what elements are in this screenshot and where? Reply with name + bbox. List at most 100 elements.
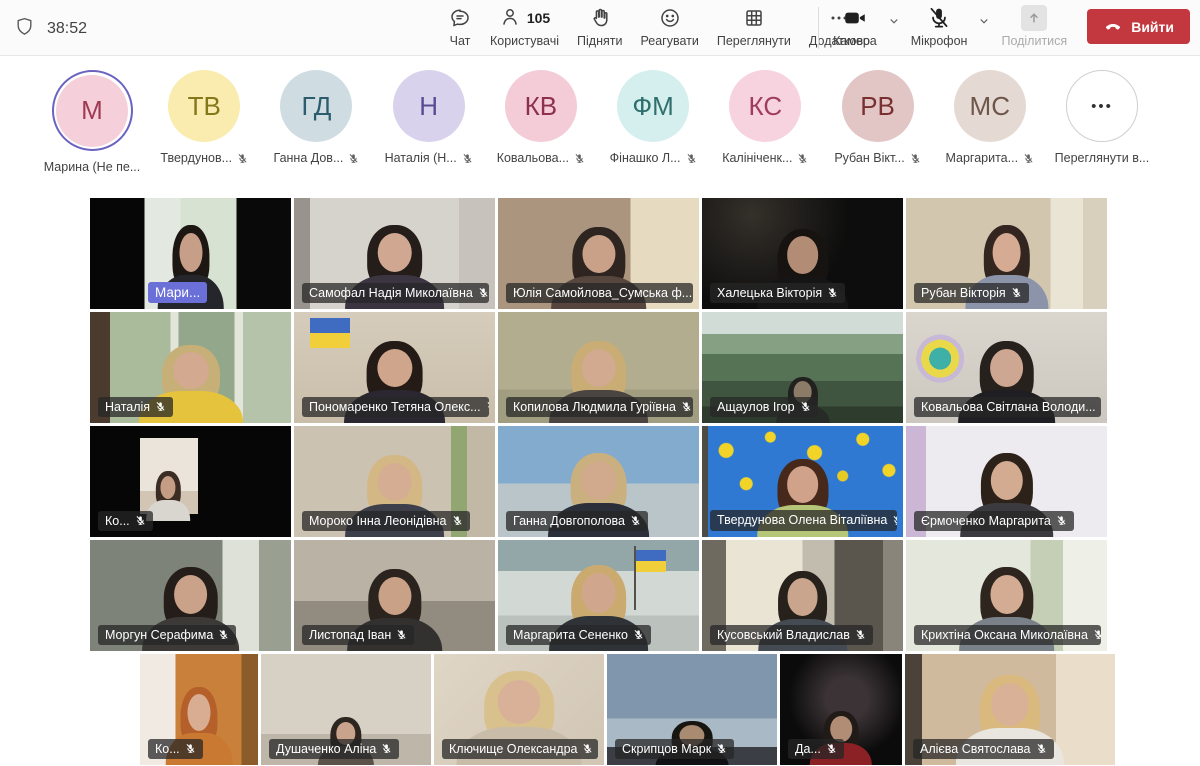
video-grid-row: Ко... Мороко Інна Леонідівна Ганна Довгопо… bbox=[90, 426, 1108, 537]
avatar-overflow-item[interactable]: •••Переглянути в... bbox=[1050, 70, 1154, 192]
video-tile[interactable]: Єрмоченко Маргарита bbox=[906, 426, 1107, 537]
mic-muted-icon bbox=[797, 153, 808, 164]
participants-label: Користувачі bbox=[490, 34, 559, 48]
video-tile[interactable]: Пономаренко Тетяна Олекс... bbox=[294, 312, 495, 423]
grid-view-icon bbox=[742, 5, 766, 31]
avatar-item[interactable]: ТВТвердунов... bbox=[152, 70, 256, 192]
react-label: Реагувати bbox=[640, 34, 698, 48]
chat-button[interactable]: Чат bbox=[448, 5, 472, 48]
participant-name-label: Рубан Вікторія bbox=[914, 283, 1029, 304]
avatar-item[interactable]: ФМ Фінашко Л... bbox=[601, 70, 705, 192]
video-tile[interactable]: Да... bbox=[780, 654, 902, 765]
video-tile[interactable]: Копилова Людмила Гуріївна bbox=[498, 312, 699, 423]
mic-muted-icon bbox=[1093, 629, 1101, 640]
avatar-name: Фінашко Л... bbox=[610, 151, 681, 165]
avatar-item[interactable]: КВКовальова... bbox=[489, 70, 593, 192]
mic-button[interactable]: Мікрофон bbox=[911, 5, 968, 48]
video-tile[interactable]: Ковальова Світлана Володи... bbox=[906, 312, 1107, 423]
avatar-ring: ГД bbox=[280, 70, 352, 142]
participant-name-label: Халецька Вікторія bbox=[710, 283, 845, 304]
participant-name-label: Алієва Святослава bbox=[913, 739, 1054, 760]
avatar-ring: Н bbox=[393, 70, 465, 142]
participants-button[interactable]: 105 Користувачі bbox=[490, 5, 559, 48]
mic-muted-icon bbox=[381, 743, 392, 754]
video-tile[interactable]: Ко... bbox=[140, 654, 258, 765]
avatar-initials: КС bbox=[729, 70, 801, 142]
participant-name-label: Мороко Інна Леонідівна bbox=[302, 511, 470, 532]
mic-muted-icon bbox=[462, 153, 473, 164]
mic-muted-icon bbox=[910, 153, 921, 164]
video-tile[interactable]: Душаченко Аліна bbox=[261, 654, 431, 765]
video-tile[interactable]: Ащаулов Ігор bbox=[702, 312, 903, 423]
meeting-toolbar: 38:52 Чат 105 Користувачі Підняти bbox=[0, 0, 1200, 56]
active-speaker-ring: М bbox=[52, 70, 133, 151]
video-tile[interactable]: Ганна Довгополова bbox=[498, 426, 699, 537]
avatar-item[interactable]: МСМаргарита... bbox=[938, 70, 1042, 192]
participant-name: Копилова Людмила Гуріївна bbox=[513, 401, 676, 414]
participant-name-label: Самофал Надія Миколаївна bbox=[302, 283, 489, 304]
video-tile[interactable]: Наталія bbox=[90, 312, 291, 423]
avatar-ring: МС bbox=[954, 70, 1026, 142]
avatar-item[interactable]: КС Калініченк... bbox=[713, 70, 817, 192]
participant-name-label: Ащаулов Ігор bbox=[710, 397, 818, 418]
video-tile[interactable]: Халецька Вікторія bbox=[702, 198, 903, 309]
video-tile[interactable]: Твердунова Олена ВіталіївнаA bbox=[702, 426, 903, 537]
video-tile[interactable]: Самофал Надія Миколаївна bbox=[294, 198, 495, 309]
avatar-item[interactable]: ММарина (Не пе... bbox=[40, 70, 144, 192]
video-grid-row: Моргун СерафимаЛистопад ІванМаргарита Се… bbox=[90, 540, 1108, 651]
mic-muted-icon bbox=[1011, 287, 1022, 298]
mic-muted-icon bbox=[348, 153, 359, 164]
participant-name-label: Копилова Людмила Гуріївна bbox=[506, 397, 693, 418]
mic-muted-icon bbox=[800, 401, 811, 412]
participant-name: Да... bbox=[795, 743, 821, 756]
participant-name-label: Ганна Довгополова bbox=[506, 511, 648, 532]
avatar-initials: ФМ bbox=[617, 70, 689, 142]
video-grid-row: НаталіяПономаренко Тетяна Олекс... Копило… bbox=[90, 312, 1108, 423]
avatar-ring: КС bbox=[729, 70, 801, 142]
video-tile[interactable]: Моргун Серафима bbox=[90, 540, 291, 651]
mic-dropdown-chevron-icon[interactable] bbox=[977, 14, 991, 33]
participant-name: Ащаулов Ігор bbox=[717, 401, 795, 414]
participant-name: Єрмоченко Маргарита bbox=[921, 515, 1051, 528]
avatar-item[interactable]: ННаталія (Н... bbox=[377, 70, 481, 192]
view-button[interactable]: Переглянути bbox=[717, 5, 791, 48]
video-tile[interactable]: Мари... bbox=[90, 198, 291, 309]
react-button[interactable]: Реагувати bbox=[640, 5, 698, 48]
video-tile[interactable]: Крихтіна Оксана Миколаївна bbox=[906, 540, 1107, 651]
participant-name: Алієва Святослава bbox=[920, 743, 1031, 756]
raise-hand-label: Підняти bbox=[577, 34, 622, 48]
video-tile[interactable]: Ко... bbox=[90, 426, 291, 537]
video-tile[interactable]: Юлія Самойлова_Сумська ф... bbox=[498, 198, 699, 309]
mic-muted-icon bbox=[686, 153, 697, 164]
participant-name: Халецька Вікторія bbox=[717, 287, 822, 300]
mic-muted-icon bbox=[826, 743, 837, 754]
video-grid-row: Мари... Самофал Надія Миколаївна Юлія Само… bbox=[90, 198, 1108, 309]
participant-name: Душаченко Аліна bbox=[276, 743, 376, 756]
share-button[interactable]: Поділитися bbox=[1001, 5, 1067, 48]
leave-button[interactable]: Вийти bbox=[1087, 9, 1190, 44]
avatar-item[interactable]: РВРубан Вікт... bbox=[826, 70, 930, 192]
participant-name-label: Єрмоченко Маргарита bbox=[914, 511, 1074, 532]
camera-dropdown-chevron-icon[interactable] bbox=[887, 14, 901, 33]
mic-muted-icon bbox=[218, 629, 229, 640]
active-speaker-name-label: Мари... bbox=[148, 282, 207, 304]
video-tile[interactable]: Листопад Іван bbox=[294, 540, 495, 651]
mic-muted-icon bbox=[135, 515, 146, 526]
video-tile[interactable]: Маргарита Сененко bbox=[498, 540, 699, 651]
video-tile[interactable]: Алієва Святослава bbox=[905, 654, 1115, 765]
video-tile[interactable]: Скрипцов Марк bbox=[607, 654, 777, 765]
participant-name: Самофал Надія Миколаївна bbox=[309, 287, 473, 300]
view-all-icon: ••• bbox=[1066, 70, 1138, 142]
raise-hand-button[interactable]: Підняти bbox=[577, 5, 622, 48]
video-tile[interactable]: Кусовський Владислав bbox=[702, 540, 903, 651]
shield-icon bbox=[14, 16, 35, 42]
participant-name: Рубан Вікторія bbox=[921, 287, 1006, 300]
video-tile[interactable]: Мороко Інна Леонідівна bbox=[294, 426, 495, 537]
camera-button[interactable]: Камера bbox=[833, 5, 877, 48]
mic-muted-icon bbox=[1056, 515, 1067, 526]
video-tile[interactable]: Рубан Вікторія bbox=[906, 198, 1107, 309]
avatar-item[interactable]: ГДГанна Дов... bbox=[264, 70, 368, 192]
video-tile[interactable]: Ключище Олександра bbox=[434, 654, 604, 765]
avatar-name: Калініченк... bbox=[722, 151, 792, 165]
mic-muted-icon bbox=[396, 629, 407, 640]
